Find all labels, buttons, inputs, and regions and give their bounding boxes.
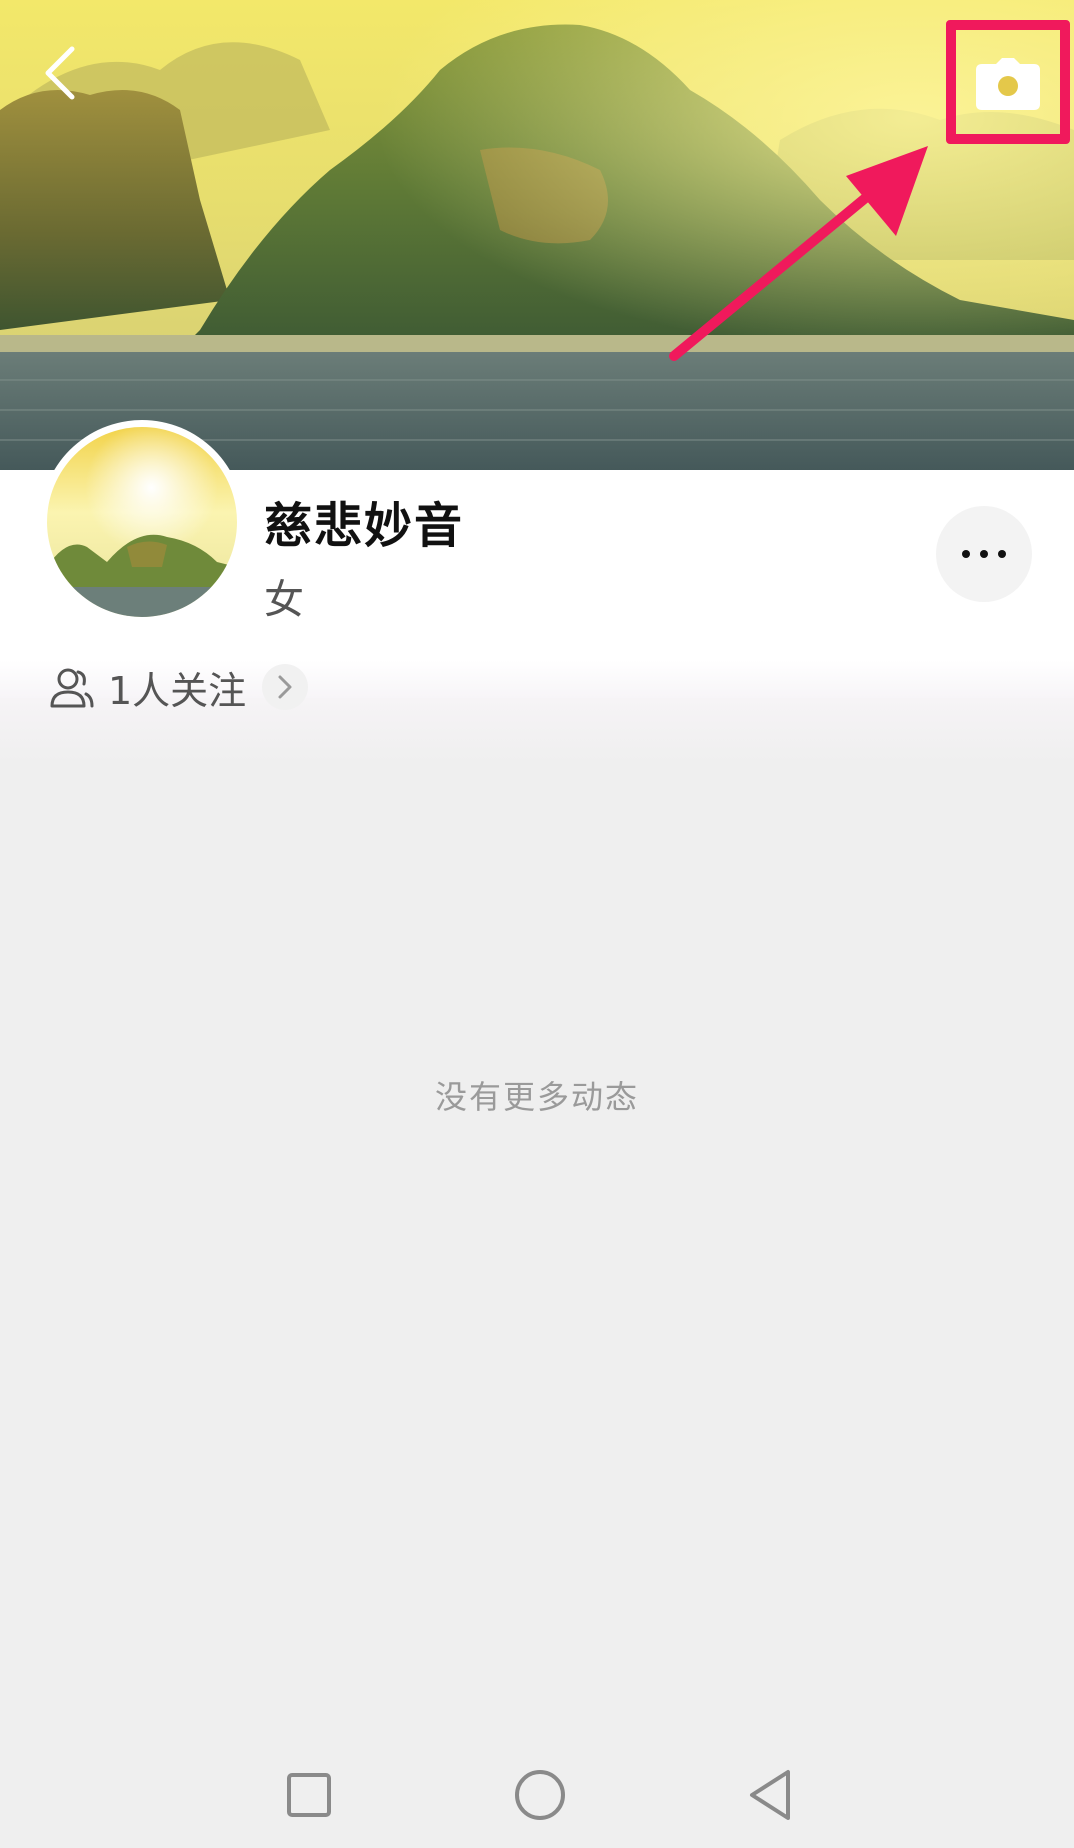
cover-image[interactable] bbox=[0, 0, 1074, 470]
user-name: 慈悲妙音 bbox=[264, 498, 465, 554]
home-button[interactable] bbox=[505, 1760, 575, 1830]
followers-count: 1人关注 bbox=[108, 668, 247, 713]
system-nav-bar bbox=[0, 1740, 1074, 1848]
empty-feed-message: 没有更多动态 bbox=[434, 1078, 639, 1116]
chevron-right-icon bbox=[262, 664, 309, 710]
user-gender: 女 bbox=[264, 577, 304, 623]
recents-button[interactable] bbox=[274, 1760, 344, 1830]
camera-icon bbox=[976, 58, 1040, 110]
nav-back-button[interactable] bbox=[735, 1760, 805, 1830]
chevron-left-icon bbox=[45, 46, 75, 100]
avatar-image bbox=[47, 427, 237, 617]
triangle-back-icon bbox=[750, 1770, 790, 1820]
ellipsis-icon bbox=[957, 550, 1011, 558]
followers-link[interactable]: 1人关注 bbox=[48, 660, 309, 714]
square-icon bbox=[287, 1773, 331, 1817]
back-button[interactable] bbox=[30, 38, 90, 108]
avatar[interactable] bbox=[40, 420, 244, 624]
circle-icon bbox=[515, 1770, 565, 1820]
profile-page: 慈悲妙音 女 1人关注 没有更多动态 bbox=[0, 0, 1074, 1848]
more-options-button[interactable] bbox=[936, 506, 1032, 602]
user-outline-icon bbox=[48, 664, 94, 710]
change-cover-button[interactable] bbox=[952, 26, 1064, 142]
